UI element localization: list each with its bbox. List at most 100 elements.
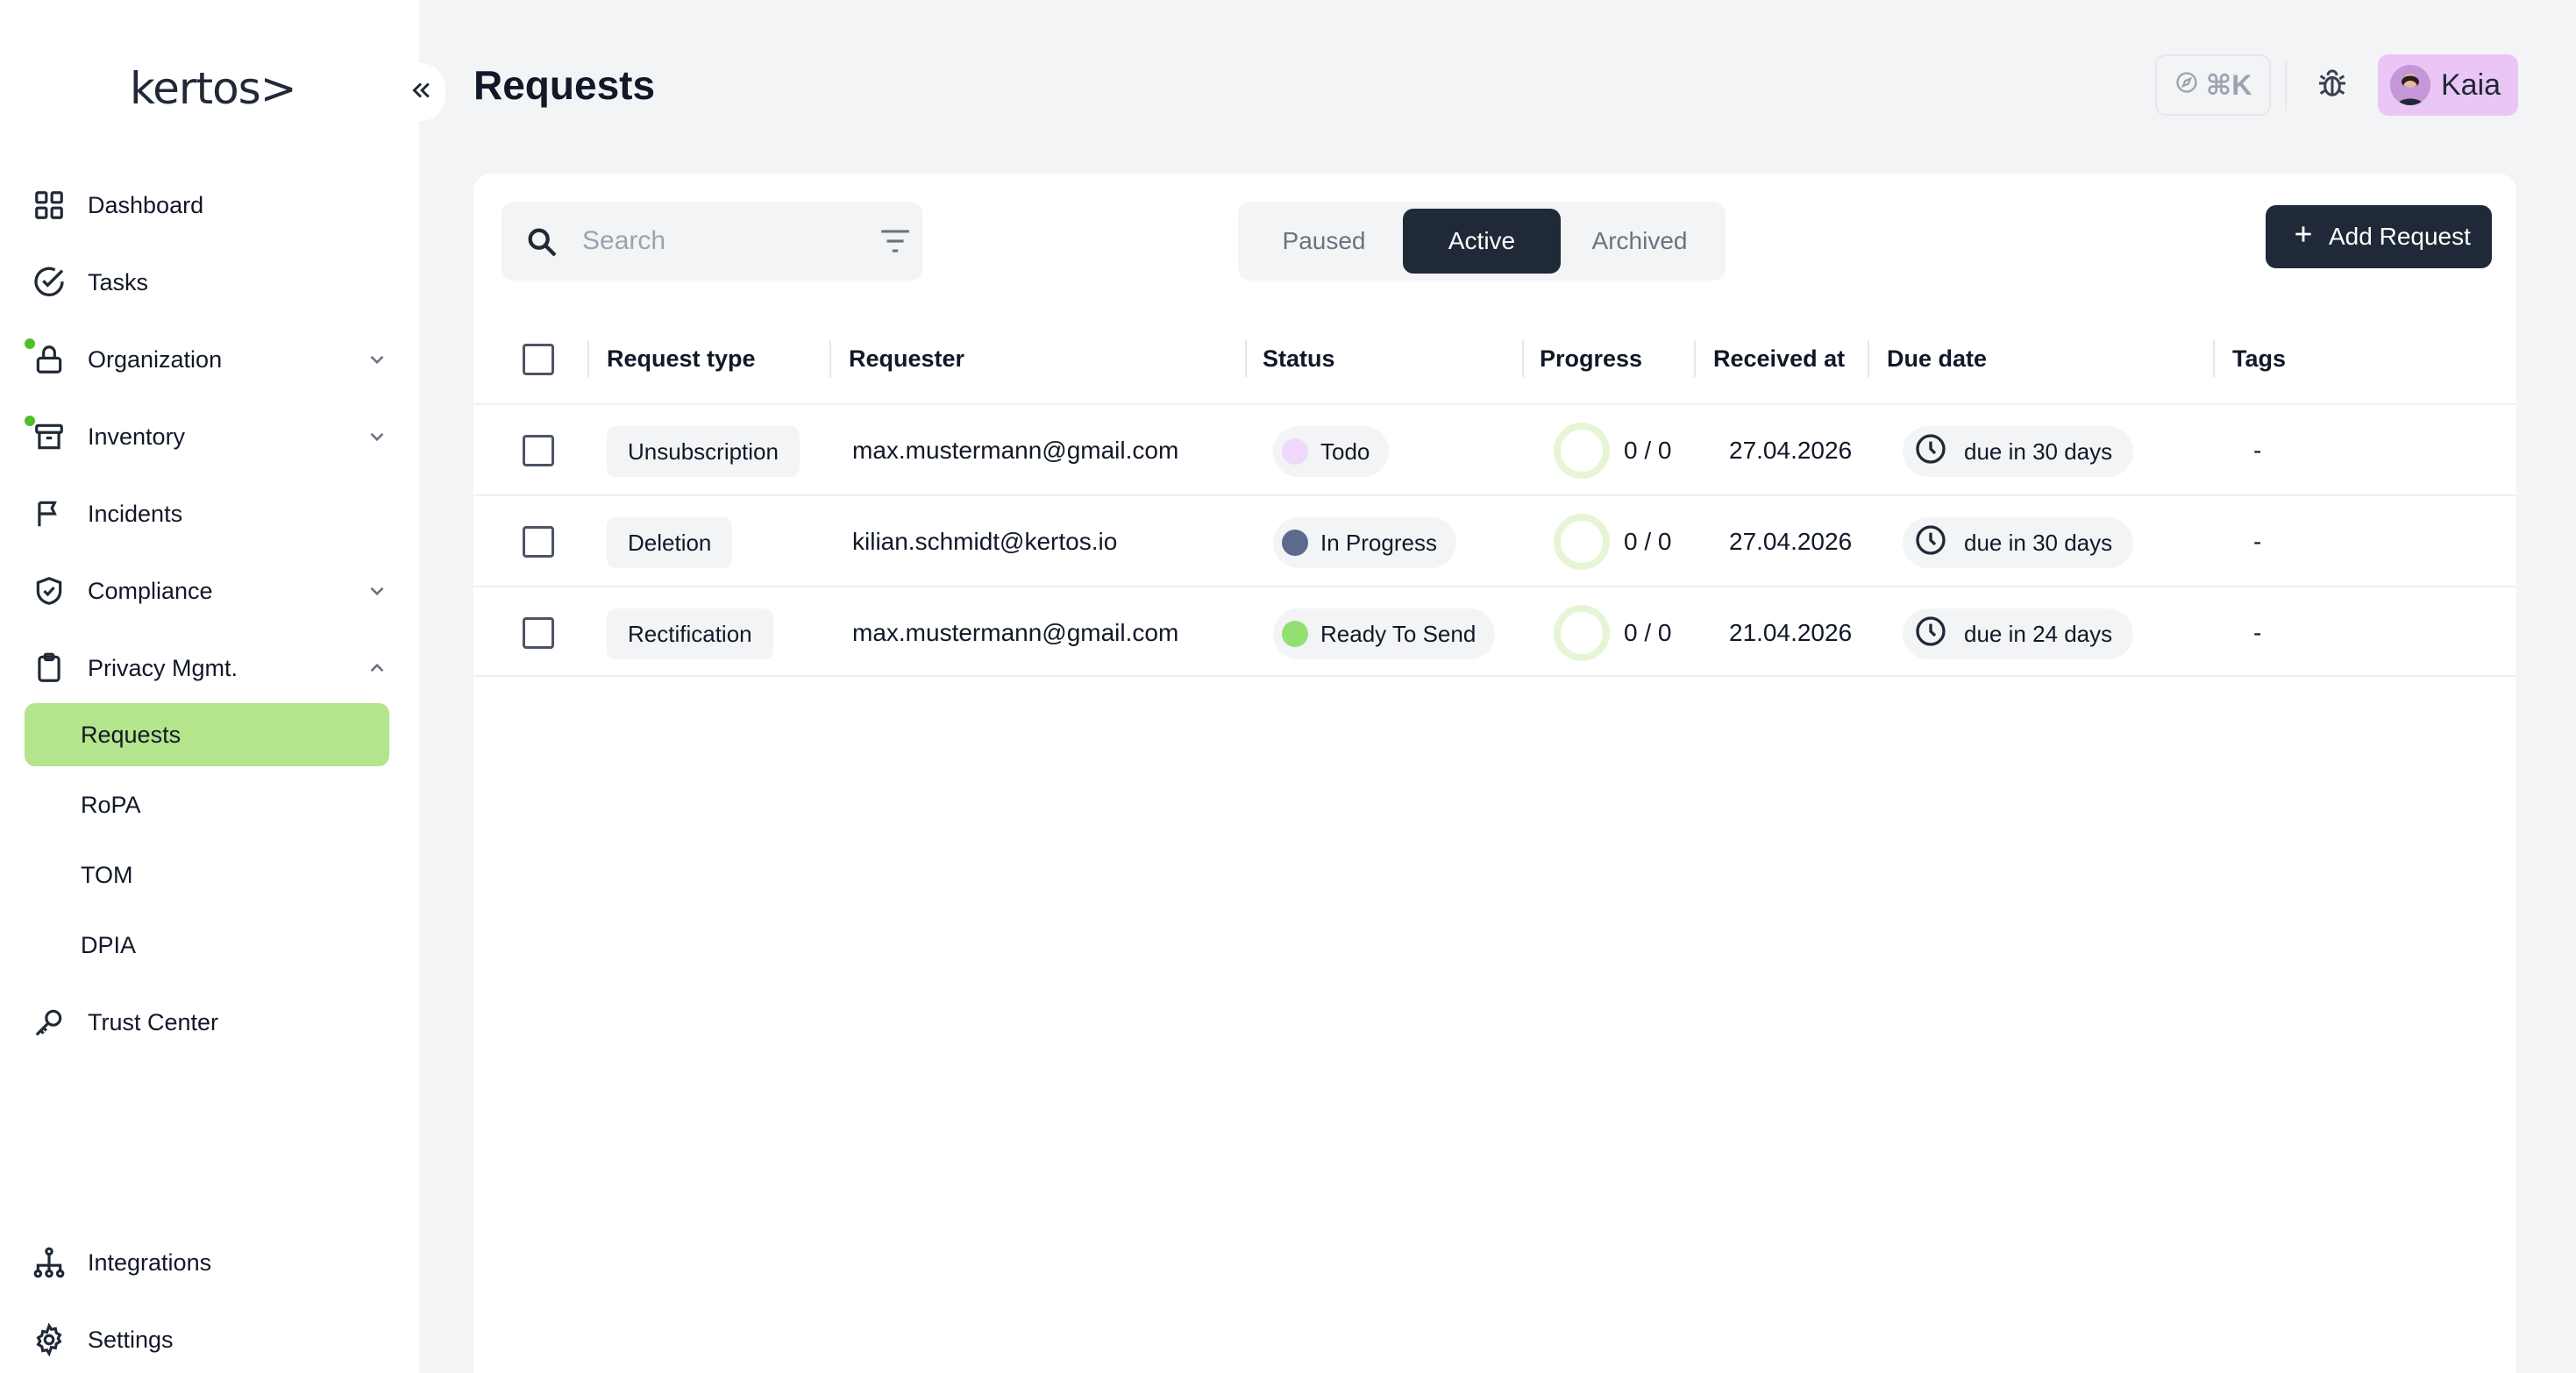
request-type-pill: Rectification xyxy=(607,608,773,659)
due-date-badge: due in 24 days xyxy=(1903,608,2134,659)
gear-icon xyxy=(18,1308,81,1371)
collapse-sidebar-button[interactable] xyxy=(396,63,445,121)
requester-email: kilian.schmidt@kertos.io xyxy=(852,528,1118,555)
search-icon xyxy=(524,224,559,260)
due-date-label: due in 30 days xyxy=(1964,529,2113,556)
column-header-request-type[interactable]: Request type xyxy=(607,345,756,373)
column-divider xyxy=(1522,340,1524,377)
sidebar-item-label: Dashboard xyxy=(88,191,204,218)
shortcut-label: ⌘K xyxy=(2205,69,2252,101)
sidebar-subitem-dpia[interactable]: DPIA xyxy=(25,914,389,977)
table-row[interactable]: Deletion kilian.schmidt@kertos.io In Pro… xyxy=(473,494,2516,586)
double-chevron-left-icon xyxy=(408,77,434,108)
kertos-logo[interactable]: kertos> xyxy=(130,63,297,114)
progress-value: 0 / 0 xyxy=(1624,528,1672,555)
received-date: 27.04.2026 xyxy=(1729,437,1853,464)
check-circle-icon xyxy=(18,251,81,314)
sidebar-item-tasks[interactable]: Tasks xyxy=(25,251,393,314)
network-icon xyxy=(18,1231,81,1294)
status-label: Ready To Send xyxy=(1320,620,1477,647)
archive-icon xyxy=(18,405,81,468)
requester-email: max.mustermann@gmail.com xyxy=(852,619,1179,646)
tab-paused[interactable]: Paused xyxy=(1245,209,1403,274)
row-checkbox[interactable] xyxy=(523,526,554,558)
chevron-down-icon[interactable] xyxy=(361,421,393,452)
tags-value: - xyxy=(2253,619,2262,646)
sidebar-item-integrations[interactable]: Integrations xyxy=(25,1231,393,1294)
sidebar-item-dashboard[interactable]: Dashboard xyxy=(25,174,393,237)
progress-value: 0 / 0 xyxy=(1624,619,1672,646)
avatar xyxy=(2390,65,2430,105)
tab-archived[interactable]: Archived xyxy=(1561,209,1719,274)
notification-dot xyxy=(23,337,37,351)
command-palette-button[interactable]: ⌘K xyxy=(2155,54,2271,116)
status-label: In Progress xyxy=(1320,529,1437,556)
select-all-checkbox[interactable] xyxy=(523,344,554,375)
sidebar-item-inventory[interactable]: Inventory xyxy=(23,405,393,468)
table-row[interactable]: Rectification max.mustermann@gmail.com R… xyxy=(473,586,2516,677)
sidebar-subitem-tom[interactable]: TOM xyxy=(25,843,389,907)
column-header-received-at[interactable]: Received at xyxy=(1713,345,1845,373)
progress-ring xyxy=(1554,514,1610,570)
status-dot xyxy=(1282,621,1308,647)
clock-icon xyxy=(1913,431,1948,473)
due-date-badge: due in 30 days xyxy=(1903,426,2134,477)
bug-icon xyxy=(2315,66,2350,105)
sidebar-item-label: Organization xyxy=(88,345,223,373)
status-badge: In Progress xyxy=(1273,517,1456,568)
row-checkbox[interactable] xyxy=(523,435,554,466)
column-divider xyxy=(1245,340,1247,377)
sidebar-item-organization[interactable]: Organization xyxy=(23,328,393,391)
sidebar-item-privacy-mgmt[interactable]: Privacy Mgmt. xyxy=(25,637,393,700)
notification-dot xyxy=(23,414,37,428)
report-bug-button[interactable] xyxy=(2304,56,2360,114)
sidebar: kertos> Dashboard Tasks Organization Inv… xyxy=(0,0,419,1373)
column-header-requester[interactable]: Requester xyxy=(849,345,964,373)
filter-icon[interactable] xyxy=(879,226,912,256)
sidebar-item-label: Incidents xyxy=(88,500,183,527)
row-checkbox[interactable] xyxy=(523,617,554,649)
chevron-up-icon[interactable] xyxy=(361,652,393,684)
progress-value: 0 / 0 xyxy=(1624,437,1672,464)
sidebar-item-trust-center[interactable]: Trust Center xyxy=(25,991,393,1054)
requests-card: Paused Active Archived Add Request Reque… xyxy=(473,174,2516,1373)
sidebar-item-label: Privacy Mgmt. xyxy=(88,654,238,681)
sidebar-item-label: Compliance xyxy=(88,577,213,604)
compass-icon xyxy=(2174,69,2199,102)
received-date: 21.04.2026 xyxy=(1729,619,1853,646)
header-divider xyxy=(2285,61,2287,110)
add-request-button[interactable]: Add Request xyxy=(2266,205,2492,268)
sidebar-item-label: Tasks xyxy=(88,268,149,295)
clock-icon xyxy=(1913,614,1948,655)
sidebar-item-settings[interactable]: Settings xyxy=(25,1308,393,1371)
chevron-down-icon[interactable] xyxy=(361,575,393,607)
column-header-tags[interactable]: Tags xyxy=(2232,345,2286,373)
search-input[interactable] xyxy=(582,221,828,261)
tab-active[interactable]: Active xyxy=(1403,209,1561,274)
sidebar-subitem-requests[interactable]: Requests xyxy=(25,703,389,766)
received-date: 27.04.2026 xyxy=(1729,528,1853,555)
chevron-down-icon[interactable] xyxy=(361,344,393,375)
user-menu-button[interactable]: Kaia xyxy=(2378,54,2518,116)
status-badge: Ready To Send xyxy=(1273,608,1496,659)
sidebar-item-label: Trust Center xyxy=(88,1008,219,1035)
clock-icon xyxy=(1913,523,1948,564)
request-type-pill: Deletion xyxy=(607,517,733,568)
sidebar-item-incidents[interactable]: Incidents xyxy=(25,482,393,545)
column-divider xyxy=(1694,340,1696,377)
grid-icon xyxy=(18,174,81,237)
due-date-badge: due in 30 days xyxy=(1903,517,2134,568)
sidebar-subitem-ropa[interactable]: RoPA xyxy=(25,773,389,836)
user-name: Kaia xyxy=(2441,68,2501,102)
tags-value: - xyxy=(2253,528,2262,555)
table-row[interactable]: Unsubscription max.mustermann@gmail.com … xyxy=(473,403,2516,494)
column-header-progress[interactable]: Progress xyxy=(1540,345,1642,373)
column-divider xyxy=(829,340,831,377)
key-icon xyxy=(18,991,81,1054)
column-header-due-date[interactable]: Due date xyxy=(1887,345,1987,373)
status-dot xyxy=(1282,438,1308,465)
column-header-status[interactable]: Status xyxy=(1263,345,1335,373)
sidebar-item-label: Settings xyxy=(88,1326,174,1353)
sidebar-item-label: Integrations xyxy=(88,1249,212,1276)
sidebar-item-compliance[interactable]: Compliance xyxy=(25,559,393,622)
